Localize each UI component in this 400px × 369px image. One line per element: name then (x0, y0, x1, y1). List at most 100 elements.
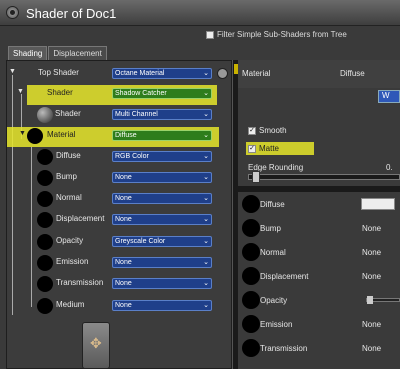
close-icon[interactable] (6, 6, 19, 19)
opacity-dropdown[interactable]: Greyscale Color ⌄ (112, 236, 212, 247)
tree-row-medium: Medium None ⌄ (7, 296, 233, 316)
shader-preview-icon (37, 107, 53, 123)
material-preview-icon (27, 128, 43, 144)
tab-shading[interactable]: Shading (8, 46, 48, 61)
prop-row-emission: Emission None (238, 312, 400, 336)
tree-label: Top Shader (38, 68, 79, 77)
edge-rounding-slider[interactable] (248, 171, 400, 183)
expand-toggle-icon[interactable]: ▼ (9, 68, 16, 75)
normal-dropdown[interactable]: None ⌄ (112, 193, 212, 204)
filter-simple-subshaders[interactable]: Filter Simple Sub-Shaders from Tree (206, 30, 347, 39)
tree-row-emission: Emission None ⌄ (7, 253, 233, 273)
tree-label: Bump (56, 172, 77, 181)
filter-label: Filter Simple Sub-Shaders from Tree (217, 30, 347, 39)
prop-label: Bump (260, 224, 281, 233)
bump-dropdown[interactable]: None ⌄ (112, 172, 212, 183)
prop-value: None (362, 320, 382, 329)
bump-preview-icon (37, 170, 53, 186)
tree-label: Material (47, 130, 76, 139)
prop-value: None (362, 344, 382, 353)
tree-label: Emission (56, 257, 89, 266)
expand-toggle-icon[interactable]: ▼ (17, 88, 24, 95)
smooth-option[interactable]: ✓ Smooth (248, 126, 287, 135)
matte-checkbox[interactable]: ✓ (248, 144, 256, 153)
bump-ball-icon (242, 219, 260, 237)
normal-preview-icon (37, 191, 53, 207)
title-bar: Shader of Doc1 (0, 0, 400, 26)
tree-label: Shader (47, 88, 73, 97)
diffuse-dropdown[interactable]: RGB Color ⌄ (112, 151, 212, 162)
diffuse-preview-icon (37, 149, 53, 165)
header-diffuse: Diffuse (340, 69, 365, 78)
tab-bar: Shading Displacement (8, 46, 108, 61)
emission-dropdown[interactable]: None ⌄ (112, 257, 212, 268)
top-shader-dropdown[interactable]: Octane Material ⌄ (112, 68, 212, 79)
window-title: Shader of Doc1 (26, 6, 117, 21)
tree-row-shader-2: Shader Multi Channel ⌄ (7, 105, 233, 125)
properties-panel: Material Diffuse W ✓ Smooth ✓ Matte Edge… (238, 60, 400, 369)
tree-label: Diffuse (56, 151, 81, 160)
tree-label: Shader (55, 109, 81, 118)
expand-toggle-icon[interactable]: ▼ (19, 130, 26, 137)
prop-label: Opacity (260, 296, 288, 305)
tree-label: Medium (56, 300, 85, 309)
move-arrows-icon: ✥ (90, 335, 102, 351)
prop-value: None (362, 272, 382, 281)
slider-handle-icon[interactable] (252, 171, 260, 183)
tree-label: Displacement (56, 214, 105, 223)
shader-tree-panel: ▼ Top Shader Octane Material ⌄ ▼ Shader S… (6, 60, 232, 369)
tree-row-normal: Normal None ⌄ (7, 189, 233, 209)
opacity-ball-icon (242, 291, 260, 309)
prop-row-diffuse: Diffuse (238, 192, 400, 216)
w-button[interactable]: W (378, 90, 400, 103)
prop-row-normal: Normal None (238, 240, 400, 264)
prop-label: Normal (260, 248, 286, 257)
prop-label: Displacement (260, 272, 309, 281)
tab-displacement[interactable]: Displacement (48, 46, 107, 61)
filter-checkbox[interactable] (206, 30, 214, 39)
prop-row-displacement: Displacement None (238, 264, 400, 288)
tree-row-opacity: Opacity Greyscale Color ⌄ (7, 232, 233, 252)
globe-icon[interactable] (217, 68, 228, 79)
displacement-preview-icon (37, 212, 53, 228)
prop-value: None (362, 248, 382, 257)
diffuse-color-swatch[interactable] (361, 198, 395, 210)
matte-option[interactable]: ✓ Matte (248, 144, 279, 153)
emission-preview-icon (37, 255, 53, 271)
transmission-dropdown[interactable]: None ⌄ (112, 278, 212, 289)
displacement-dropdown[interactable]: None ⌄ (112, 214, 212, 225)
smooth-checkbox[interactable]: ✓ (248, 126, 256, 135)
tree-row-diffuse: Diffuse RGB Color ⌄ (7, 147, 233, 167)
prop-row-transmission: Transmission None (238, 336, 400, 360)
smooth-label: Smooth (259, 126, 287, 135)
tree-label: Normal (56, 193, 82, 202)
transmission-preview-icon (37, 276, 53, 292)
prop-label: Diffuse (260, 200, 285, 209)
edge-rounding-value: 0. (386, 163, 393, 172)
prop-value: None (362, 224, 382, 233)
displacement-ball-icon (242, 267, 260, 285)
prop-label: Emission (260, 320, 293, 329)
tree-row-displacement: Displacement None ⌄ (7, 210, 233, 230)
matte-label: Matte (259, 144, 280, 153)
tree-row-material: ▼ Material Diffuse ⌄ (7, 126, 233, 146)
prop-label: Transmission (260, 344, 308, 353)
navigate-tool-button[interactable]: ✥ (82, 322, 110, 369)
tree-row-top-shader: ▼ Top Shader Octane Material ⌄ (7, 64, 233, 84)
shader-dropdown[interactable]: Multi Channel ⌄ (112, 109, 212, 120)
medium-dropdown[interactable]: None ⌄ (112, 300, 212, 311)
prop-row-bump: Bump None (238, 216, 400, 240)
header-material: Material (242, 69, 271, 78)
material-dropdown[interactable]: Diffuse ⌄ (112, 130, 212, 141)
opacity-slider[interactable] (366, 296, 400, 304)
properties-header: Material Diffuse (238, 60, 400, 88)
shader-dropdown[interactable]: Shadow Catcher ⌄ (112, 88, 212, 99)
tree-row-bump: Bump None ⌄ (7, 168, 233, 188)
transmission-ball-icon (242, 339, 260, 357)
prop-row-opacity: Opacity (238, 288, 400, 312)
emission-ball-icon (242, 315, 260, 333)
opacity-preview-icon (37, 234, 53, 250)
slider-handle-icon[interactable] (367, 296, 373, 304)
diffuse-ball-icon (242, 195, 260, 213)
tree-row-shader-1: ▼ Shader Shadow Catcher ⌄ (7, 84, 233, 104)
